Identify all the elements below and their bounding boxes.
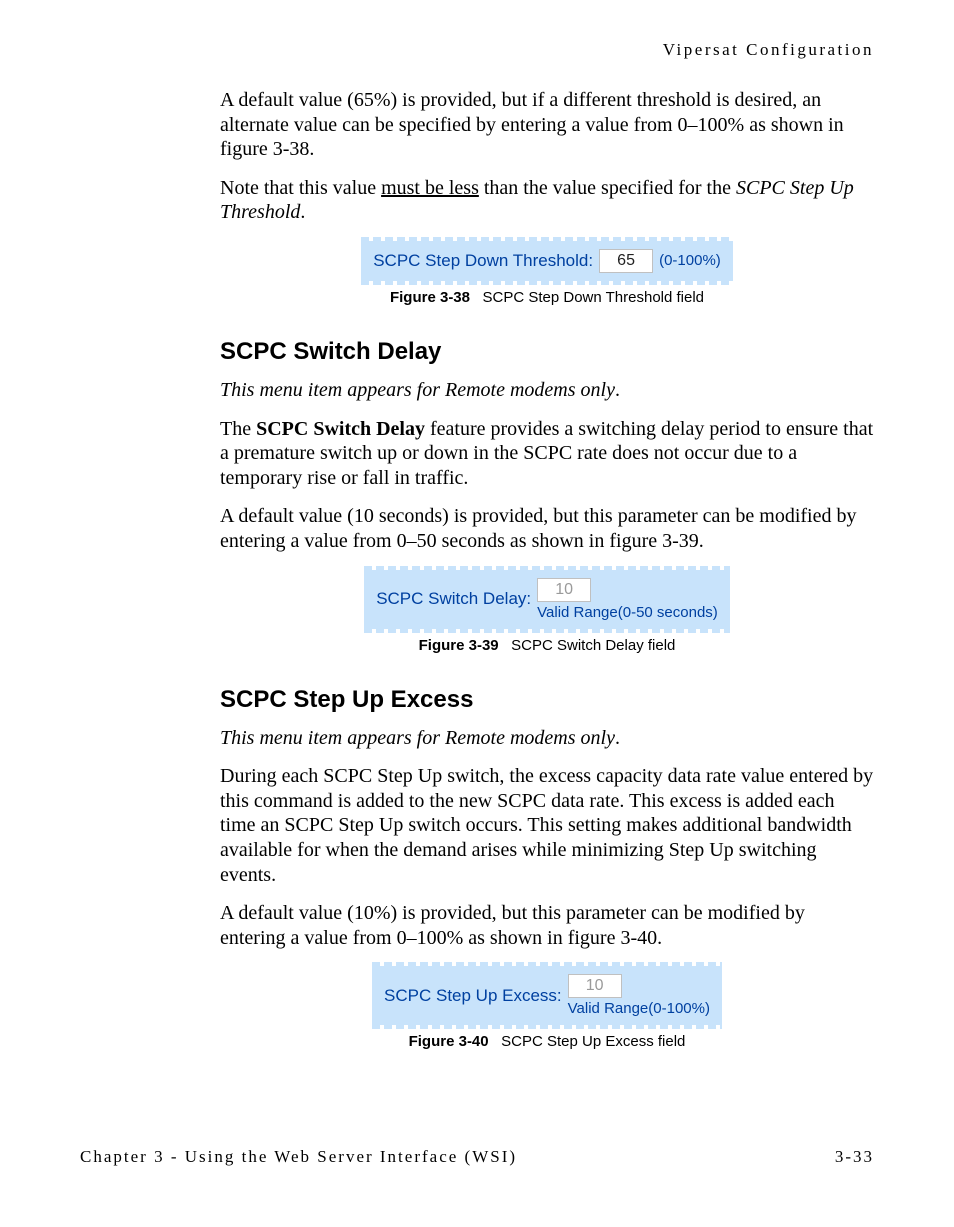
figure-title: SCPC Step Up Excess field [501,1033,685,1050]
field-box: SCPC Step Down Threshold: 65 (0-100%) [361,241,733,281]
figure-title: SCPC Step Down Threshold field [483,289,705,306]
text: The [220,418,256,440]
text: Note that this value [220,177,381,199]
excess-input[interactable]: 10 [568,974,622,998]
figure-number: Figure 3-38 [390,289,470,306]
field-box: SCPC Step Up Excess: 10 Valid Range(0-10… [372,966,722,1025]
body-paragraph: A default value (10 seconds) is provided… [220,504,874,553]
emphasis-italic: This menu item appears for Remote modems… [220,727,615,749]
running-header: Vipersat Configuration [80,40,874,60]
figure-3-39: SCPC Switch Delay: 10 Valid Range(0-50 s… [220,570,874,629]
field-range: (0-100%) [659,252,721,269]
figure-number: Figure 3-40 [409,1033,489,1050]
footer-chapter: Chapter 3 - Using the Web Server Interfa… [80,1147,517,1167]
section-heading: SCPC Switch Delay [220,338,874,366]
section-heading: SCPC Step Up Excess [220,686,874,714]
figure-number: Figure 3-39 [419,637,499,654]
field-label: SCPC Step Up Excess: [384,986,562,1006]
emphasis-bold: SCPC Switch Delay [256,418,425,440]
field-range: Valid Range(0-100%) [568,1000,710,1017]
emphasis-underline: must be less [381,177,479,199]
figure-3-38: SCPC Step Down Threshold: 65 (0-100%) [220,241,874,281]
threshold-input[interactable]: 65 [599,249,653,273]
text: . [615,379,620,401]
field-label: SCPC Step Down Threshold: [373,251,593,271]
body-paragraph: A default value (65%) is provided, but i… [220,88,874,162]
page-footer: Chapter 3 - Using the Web Server Interfa… [80,1147,874,1167]
figure-caption: Figure 3-40 SCPC Step Up Excess field [220,1033,874,1050]
figure-caption: Figure 3-39 SCPC Switch Delay field [220,637,874,654]
body-paragraph: During each SCPC Step Up switch, the exc… [220,764,874,887]
body-paragraph: The SCPC Switch Delay feature provides a… [220,417,874,491]
text: . [615,727,620,749]
footer-page-number: 3-33 [835,1147,874,1167]
emphasis-italic: This menu item appears for Remote modems… [220,379,615,401]
delay-input[interactable]: 10 [537,578,591,602]
figure-3-40: SCPC Step Up Excess: 10 Valid Range(0-10… [220,966,874,1025]
body-paragraph: Note that this value must be less than t… [220,176,874,225]
field-range: Valid Range(0-50 seconds) [537,604,718,621]
field-label: SCPC Switch Delay: [376,589,531,609]
field-box: SCPC Switch Delay: 10 Valid Range(0-50 s… [364,570,730,629]
text: . [300,201,305,223]
figure-title: SCPC Switch Delay field [511,637,675,654]
text: than the value specified for the [479,177,736,199]
figure-caption: Figure 3-38 SCPC Step Down Threshold fie… [220,289,874,306]
body-paragraph: A default value (10%) is provided, but t… [220,901,874,950]
section-note: This menu item appears for Remote modems… [220,726,874,751]
section-note: This menu item appears for Remote modems… [220,378,874,403]
